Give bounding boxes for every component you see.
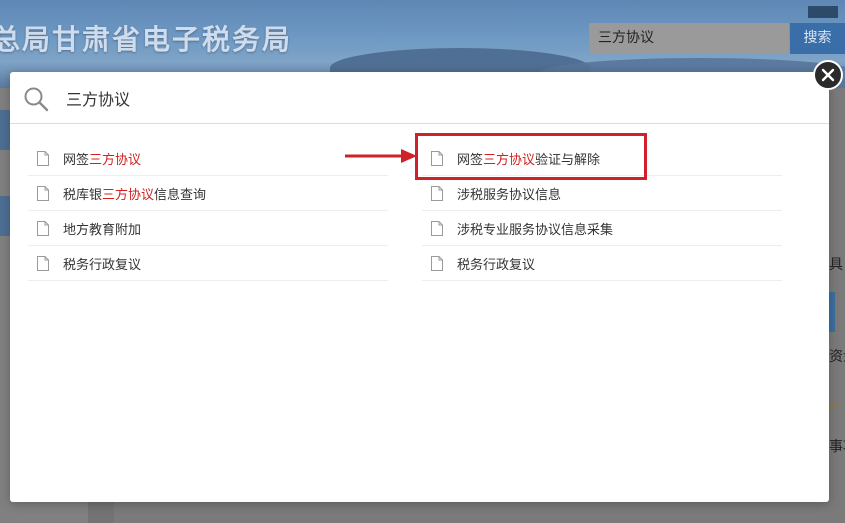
site-search-button[interactable]: 搜索 xyxy=(790,23,845,54)
document-icon xyxy=(37,150,49,166)
result-label-prefix: 地方教育附加 xyxy=(63,222,142,238)
result-label-prefix: 涉税专业服务协议信息采集 xyxy=(457,222,614,238)
result-label-prefix: 税库银 xyxy=(63,187,103,203)
search-result-item[interactable]: 税务行政复议 xyxy=(422,246,782,281)
right-panel-label: 具 xyxy=(829,257,843,273)
document-icon xyxy=(431,220,443,236)
site-title: 总局甘肃省电子税务局 xyxy=(0,23,293,56)
site-search-input[interactable]: 三方协议 xyxy=(589,23,789,54)
search-icon xyxy=(24,87,49,112)
search-result-item[interactable]: 网签 三方协议 xyxy=(28,141,388,176)
annotation-highlight-box xyxy=(415,133,647,180)
search-result-item[interactable]: 税务行政复议 xyxy=(28,246,388,281)
search-result-item[interactable]: 涉税服务协议信息 xyxy=(422,176,782,211)
result-label-prefix: 税务行政复议 xyxy=(63,257,142,273)
search-result-item[interactable]: 涉税专业服务协议信息采集 xyxy=(422,211,782,246)
document-icon xyxy=(37,185,49,201)
right-panel-bar xyxy=(829,292,835,332)
search-result-item[interactable]: 地方教育附加 xyxy=(28,211,388,246)
document-icon xyxy=(37,220,49,236)
document-icon xyxy=(431,255,443,271)
result-label-prefix: 网签 xyxy=(63,152,90,168)
document-icon xyxy=(37,255,49,271)
right-panel-label: 事项 xyxy=(829,439,845,455)
flag-icon xyxy=(808,6,838,18)
right-panel-label: 资金 xyxy=(829,349,845,365)
arrow-icon xyxy=(345,149,417,163)
result-label-suffix: 信息查询 xyxy=(154,187,207,203)
results-left-column: 网签 三方协议 税库银 三方协议 信息查询 地方教育附加 税务行政复议 xyxy=(28,141,388,281)
sidebar-tab[interactable] xyxy=(0,110,10,150)
modal-search-input[interactable]: 三方协议 xyxy=(66,86,130,110)
result-label-prefix: 税务行政复议 xyxy=(457,257,536,273)
sidebar-tab[interactable] xyxy=(0,196,10,236)
document-icon xyxy=(431,185,443,201)
search-result-item[interactable]: 税库银 三方协议 信息查询 xyxy=(28,176,388,211)
result-label-prefix: 涉税服务协议信息 xyxy=(457,187,562,203)
chevron-icon: ✓ xyxy=(828,398,840,414)
result-label-highlight: 三方协议 xyxy=(102,187,155,203)
close-icon xyxy=(821,68,835,82)
search-modal: 三方协议 网签 三方协议 税库银 三方协议 信息查询 地方教育附加 税务行政复议 网签… xyxy=(10,72,829,502)
modal-search-bar[interactable]: 三方协议 xyxy=(10,72,829,124)
close-button[interactable] xyxy=(813,60,843,90)
result-label-highlight: 三方协议 xyxy=(89,152,142,168)
